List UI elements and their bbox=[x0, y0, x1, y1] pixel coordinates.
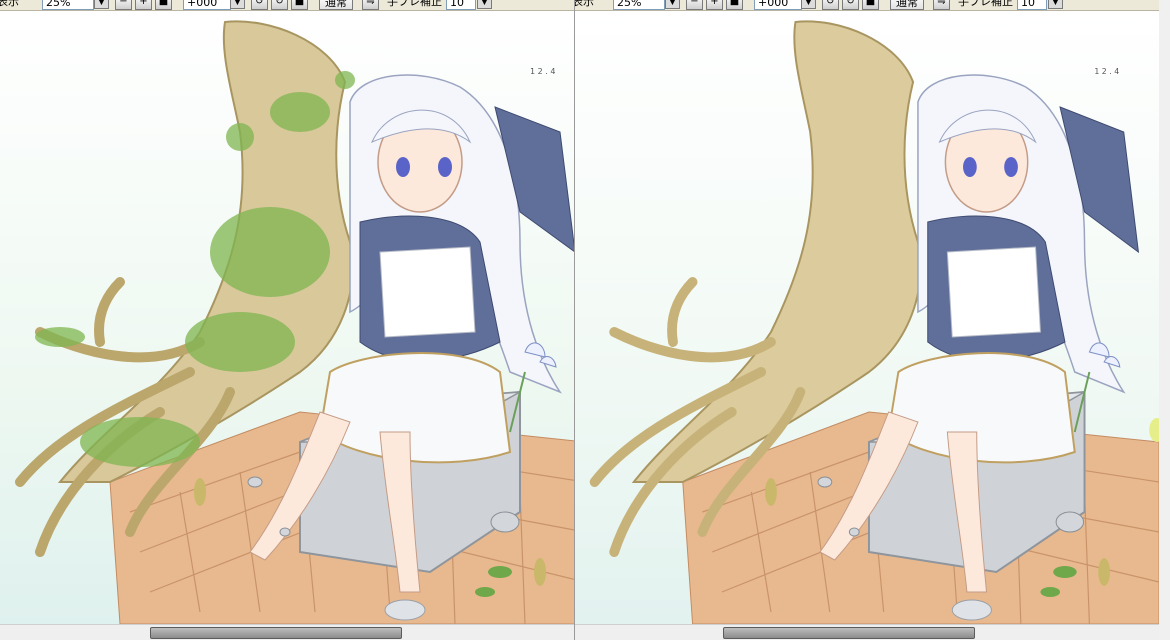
rotate-right-button-right[interactable]: ↻ bbox=[842, 0, 859, 10]
zoom-in-button[interactable]: + bbox=[135, 0, 152, 10]
illustration-with-moss: 1 2 . 4 bbox=[0, 12, 585, 624]
zoom-dropdown-icon[interactable]: ▼ bbox=[94, 0, 109, 9]
stabilizer-label: 手ブレ補正 bbox=[387, 0, 442, 8]
square-icon: ■ bbox=[729, 0, 740, 7]
view-toolbar: 表示 25% ▼ − + ■ +000 ▼ ↺ ↻ ■ 通常 ⇋ 手ブレ補正 1… bbox=[0, 0, 585, 11]
horizontal-scrollbar-right[interactable] bbox=[575, 624, 1159, 640]
flip-icon: ⇋ bbox=[366, 0, 375, 7]
blend-mode-button[interactable]: 通常 bbox=[319, 0, 353, 10]
square-icon: ■ bbox=[158, 0, 169, 7]
zoom-reset-button[interactable]: ■ bbox=[155, 0, 172, 10]
plus-icon: + bbox=[139, 0, 148, 7]
rotate-left-button-right[interactable]: ↺ bbox=[822, 0, 839, 10]
zoom-field-right[interactable]: 25% bbox=[613, 0, 665, 10]
zoom-in-button-right[interactable]: + bbox=[706, 0, 723, 10]
stabilizer-label-right: 手ブレ補正 bbox=[958, 0, 1013, 8]
stabilizer-field[interactable]: 10 bbox=[446, 0, 476, 10]
zoom-out-button[interactable]: − bbox=[115, 0, 132, 10]
stabilizer-field-right[interactable]: 10 bbox=[1017, 0, 1047, 10]
zoom-reset-button-right[interactable]: ■ bbox=[726, 0, 743, 10]
signature-left: 1 2 . 4 bbox=[530, 67, 555, 76]
scrollbar-thumb-right[interactable] bbox=[723, 627, 975, 639]
view-toolbar-right: 表示 25% ▼ − + ■ +000 ▼ ↺ ↻ ■ 通常 ⇋ 手ブレ補正 1… bbox=[575, 0, 1159, 11]
flip-button[interactable]: ⇋ bbox=[362, 0, 379, 10]
view-label-right: 表示 bbox=[575, 0, 594, 8]
blend-mode-button-right[interactable]: 通常 bbox=[890, 0, 924, 10]
rotate-reset-button-right[interactable]: ■ bbox=[862, 0, 879, 10]
rotate-left-icon: ↺ bbox=[255, 0, 264, 7]
minus-icon: − bbox=[690, 0, 699, 7]
canvas-pane-left: 表示 25% ▼ − + ■ +000 ▼ ↺ ↻ ■ 通常 ⇋ 手ブレ補正 1… bbox=[0, 0, 585, 640]
minus-icon: − bbox=[119, 0, 128, 7]
drawing-canvas-left[interactable]: 1 2 . 4 bbox=[0, 12, 585, 624]
rotate-left-button[interactable]: ↺ bbox=[251, 0, 268, 10]
flip-button-right[interactable]: ⇋ bbox=[933, 0, 950, 10]
illustration-without-moss: 1 2 . 4 bbox=[575, 12, 1159, 624]
zoom-out-button-right[interactable]: − bbox=[686, 0, 703, 10]
drawing-canvas-right[interactable]: 1 2 . 4 bbox=[575, 12, 1159, 624]
square-icon: ■ bbox=[294, 0, 305, 7]
rotation-field[interactable]: +000 bbox=[183, 0, 231, 10]
rotate-right-icon: ↻ bbox=[275, 0, 284, 7]
rotate-left-icon: ↺ bbox=[826, 0, 835, 7]
square-icon: ■ bbox=[865, 0, 876, 7]
rotate-right-button[interactable]: ↻ bbox=[271, 0, 288, 10]
plus-icon: + bbox=[710, 0, 719, 7]
rotation-dropdown-icon[interactable]: ▼ bbox=[230, 0, 245, 9]
horizontal-scrollbar-left[interactable] bbox=[0, 624, 585, 640]
stabilizer-dropdown-icon[interactable]: ▼ bbox=[477, 0, 492, 9]
zoom-field[interactable]: 25% bbox=[42, 0, 94, 10]
canvas-pane-right: 表示 25% ▼ − + ■ +000 ▼ ↺ ↻ ■ 通常 ⇋ 手ブレ補正 1… bbox=[574, 0, 1159, 640]
rotation-field-right[interactable]: +000 bbox=[754, 0, 802, 10]
view-label: 表示 bbox=[0, 0, 19, 8]
zoom-dropdown-icon[interactable]: ▼ bbox=[665, 0, 680, 9]
rotate-right-icon: ↻ bbox=[846, 0, 855, 7]
rotate-reset-button[interactable]: ■ bbox=[291, 0, 308, 10]
flip-icon: ⇋ bbox=[937, 0, 946, 7]
stabilizer-dropdown-icon[interactable]: ▼ bbox=[1048, 0, 1063, 9]
signature-right: 1 2 . 4 bbox=[1094, 67, 1119, 76]
rotation-dropdown-icon[interactable]: ▼ bbox=[801, 0, 816, 9]
scrollbar-thumb-left[interactable] bbox=[150, 627, 402, 639]
